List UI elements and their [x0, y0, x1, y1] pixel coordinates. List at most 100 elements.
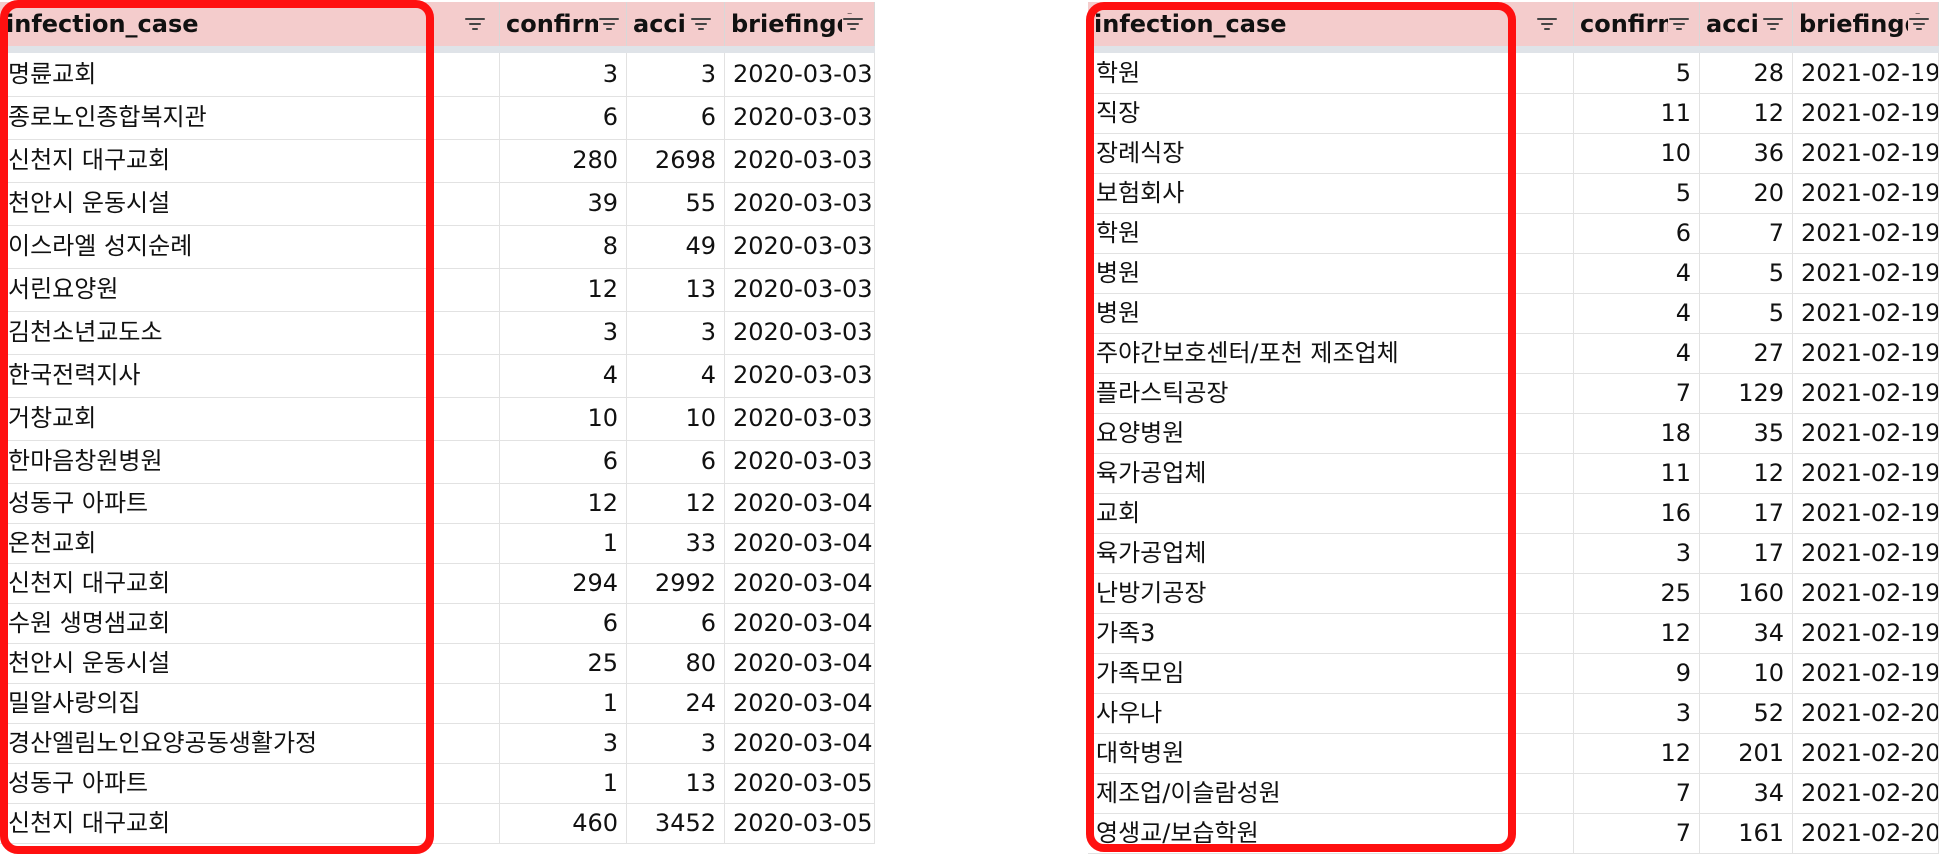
- cell-briefingdate[interactable]: 2020-03-04: [725, 483, 875, 523]
- cell-infection-case[interactable]: 장례식장: [1088, 133, 1574, 173]
- cell-acci[interactable]: 34: [1700, 613, 1793, 653]
- cell-infection-case[interactable]: 성동구 아파트: [0, 483, 500, 523]
- cell-infection-case[interactable]: 난방기공장: [1088, 573, 1574, 613]
- cell-infection-case[interactable]: 교회: [1088, 493, 1574, 533]
- cell-briefingdate[interactable]: 2021-02-19: [1793, 613, 1939, 653]
- cell-acci[interactable]: 52: [1700, 693, 1793, 733]
- cell-acci[interactable]: 129: [1700, 373, 1793, 413]
- cell-infection-case[interactable]: 가족모임: [1088, 653, 1574, 693]
- cell-briefingdate[interactable]: 2021-02-19: [1793, 213, 1939, 253]
- cell-acci[interactable]: 160: [1700, 573, 1793, 613]
- cell-infection-case[interactable]: 천안시 운동시설: [0, 643, 500, 683]
- cell-briefingdate[interactable]: 2021-02-19: [1793, 253, 1939, 293]
- cell-infection-case[interactable]: 천안시 운동시설: [0, 182, 500, 225]
- cell-briefingdate[interactable]: 2020-03-04: [725, 603, 875, 643]
- cell-acci[interactable]: 5: [1700, 253, 1793, 293]
- cell-infection-case[interactable]: 학원: [1088, 53, 1574, 93]
- filter-icon[interactable]: [1908, 14, 1930, 34]
- cell-infection-case[interactable]: 경산엘림노인요양공동생활가정: [0, 723, 500, 763]
- cell-infection-case[interactable]: 요양병원: [1088, 413, 1574, 453]
- cell-confirm[interactable]: 6: [500, 96, 627, 139]
- cell-briefingdate[interactable]: 2020-03-03: [725, 311, 875, 354]
- cell-infection-case[interactable]: 김천소년교도소: [0, 311, 500, 354]
- cell-briefingdate[interactable]: 2020-03-03: [725, 440, 875, 483]
- cell-confirm[interactable]: 10: [1574, 133, 1700, 173]
- cell-confirm[interactable]: 6: [500, 440, 627, 483]
- cell-infection-case[interactable]: 신천지 대구교회: [0, 563, 500, 603]
- cell-confirm[interactable]: 5: [1574, 53, 1700, 93]
- cell-infection-case[interactable]: 신천지 대구교회: [0, 803, 500, 843]
- filter-icon[interactable]: [1762, 14, 1784, 34]
- cell-briefingdate[interactable]: 2021-02-19: [1793, 533, 1939, 573]
- cell-infection-case[interactable]: 직장: [1088, 93, 1574, 133]
- cell-infection-case[interactable]: 이스라엘 성지순례: [0, 225, 500, 268]
- cell-briefingdate[interactable]: 2020-03-04: [725, 523, 875, 563]
- cell-confirm[interactable]: 1: [500, 763, 627, 803]
- cell-infection-case[interactable]: 성동구 아파트: [0, 763, 500, 803]
- cell-acci[interactable]: 4: [627, 354, 725, 397]
- cell-infection-case[interactable]: 제조업/이슬람성원: [1088, 773, 1574, 813]
- cell-confirm[interactable]: 16: [1574, 493, 1700, 533]
- cell-confirm[interactable]: 11: [1574, 93, 1700, 133]
- cell-acci[interactable]: 3: [627, 723, 725, 763]
- cell-acci[interactable]: 20: [1700, 173, 1793, 213]
- cell-briefingdate[interactable]: 2020-03-03: [725, 96, 875, 139]
- cell-briefingdate[interactable]: 2020-03-05: [725, 803, 875, 843]
- cell-acci[interactable]: 35: [1700, 413, 1793, 453]
- cell-acci[interactable]: 49: [627, 225, 725, 268]
- cell-acci[interactable]: 13: [627, 763, 725, 803]
- cell-infection-case[interactable]: 대학병원: [1088, 733, 1574, 773]
- cell-acci[interactable]: 3: [627, 53, 725, 96]
- cell-confirm[interactable]: 460: [500, 803, 627, 843]
- cell-briefingdate[interactable]: 2021-02-19: [1793, 133, 1939, 173]
- cell-infection-case[interactable]: 신천지 대구교회: [0, 139, 500, 182]
- cell-confirm[interactable]: 7: [1574, 373, 1700, 413]
- cell-briefingdate[interactable]: 2021-02-19: [1793, 293, 1939, 333]
- cell-infection-case[interactable]: 종로노인종합복지관: [0, 96, 500, 139]
- cell-infection-case[interactable]: 서린요양원: [0, 268, 500, 311]
- cell-confirm[interactable]: 12: [1574, 613, 1700, 653]
- cell-briefingdate[interactable]: 2021-02-20: [1793, 693, 1939, 733]
- cell-briefingdate[interactable]: 2021-02-20: [1793, 733, 1939, 773]
- cell-confirm[interactable]: 3: [500, 723, 627, 763]
- cell-acci[interactable]: 6: [627, 96, 725, 139]
- cell-confirm[interactable]: 12: [500, 483, 627, 523]
- cell-briefingdate[interactable]: 2020-03-03: [725, 397, 875, 440]
- cell-infection-case[interactable]: 플라스틱공장: [1088, 373, 1574, 413]
- column-header-infection-case[interactable]: infection_case: [1088, 2, 1574, 46]
- cell-infection-case[interactable]: 영생교/보습학원: [1088, 813, 1574, 853]
- cell-acci[interactable]: 36: [1700, 133, 1793, 173]
- cell-briefingdate[interactable]: 2020-03-04: [725, 643, 875, 683]
- cell-confirm[interactable]: 5: [1574, 173, 1700, 213]
- cell-briefingdate[interactable]: 2021-02-19: [1793, 173, 1939, 213]
- filter-icon[interactable]: [1536, 14, 1558, 34]
- cell-confirm[interactable]: 294: [500, 563, 627, 603]
- cell-briefingdate[interactable]: 2021-02-20: [1793, 813, 1939, 853]
- cell-confirm[interactable]: 25: [500, 643, 627, 683]
- column-header-infection-case[interactable]: infection_case: [0, 2, 500, 46]
- cell-acci[interactable]: 7: [1700, 213, 1793, 253]
- cell-confirm[interactable]: 3: [500, 311, 627, 354]
- cell-infection-case[interactable]: 사우나: [1088, 693, 1574, 733]
- cell-acci[interactable]: 17: [1700, 493, 1793, 533]
- cell-confirm[interactable]: 12: [1574, 733, 1700, 773]
- cell-acci[interactable]: 13: [627, 268, 725, 311]
- cell-infection-case[interactable]: 거창교회: [0, 397, 500, 440]
- filter-icon[interactable]: [1668, 14, 1690, 34]
- cell-infection-case[interactable]: 명륜교회: [0, 53, 500, 96]
- cell-briefingdate[interactable]: 2021-02-19: [1793, 493, 1939, 533]
- filter-icon[interactable]: [464, 14, 486, 34]
- cell-briefingdate[interactable]: 2021-02-19: [1793, 413, 1939, 453]
- cell-acci[interactable]: 55: [627, 182, 725, 225]
- cell-infection-case[interactable]: 병원: [1088, 253, 1574, 293]
- cell-infection-case[interactable]: 가족3: [1088, 613, 1574, 653]
- cell-confirm[interactable]: 18: [1574, 413, 1700, 453]
- cell-acci[interactable]: 24: [627, 683, 725, 723]
- cell-acci[interactable]: 12: [1700, 453, 1793, 493]
- cell-briefingdate[interactable]: 2020-03-03: [725, 182, 875, 225]
- cell-briefingdate[interactable]: 2020-03-03: [725, 268, 875, 311]
- cell-briefingdate[interactable]: 2020-03-05: [725, 763, 875, 803]
- cell-acci[interactable]: 2698: [627, 139, 725, 182]
- cell-acci[interactable]: 80: [627, 643, 725, 683]
- cell-confirm[interactable]: 1: [500, 683, 627, 723]
